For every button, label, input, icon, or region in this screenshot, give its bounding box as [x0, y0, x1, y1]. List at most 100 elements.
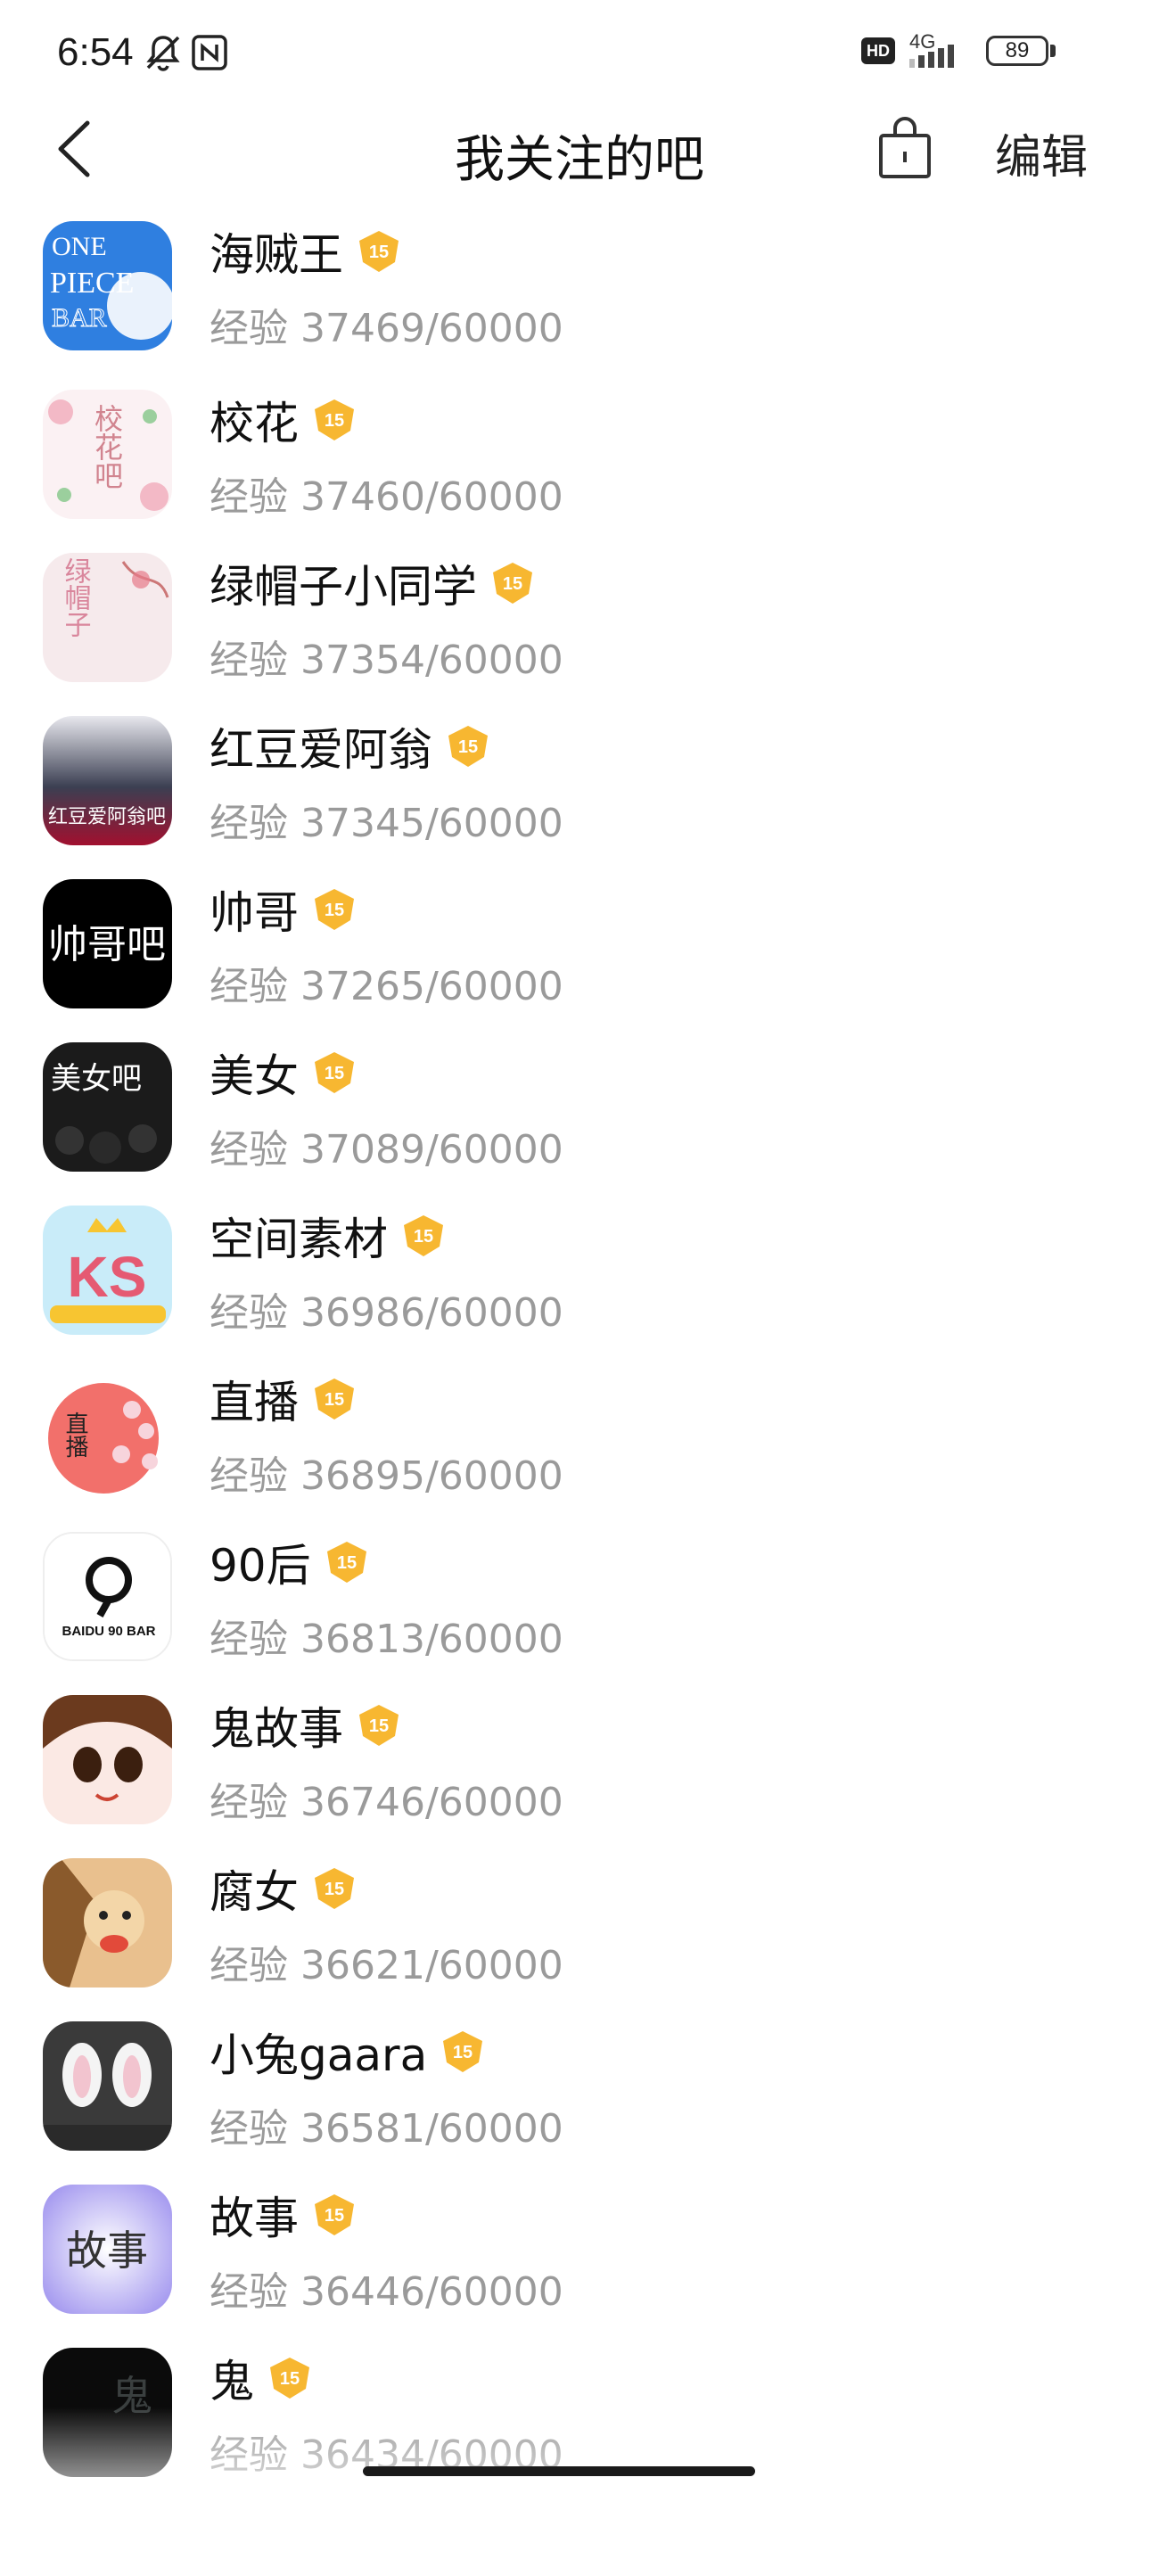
list-item[interactable]: 鬼 鬼 15 经验 36434/60000	[0, 2341, 1159, 2504]
level-badge: 15	[267, 2355, 313, 2401]
exp-value: 36621/60000	[300, 1943, 563, 1988]
avatar-text: 红豆爱阿翁吧	[48, 806, 166, 828]
exp-value: 37345/60000	[300, 801, 563, 846]
avatar-text: PIECE	[50, 267, 134, 300]
level-badge: 15	[445, 723, 491, 770]
exp-text: 经验 36813/60000	[210, 1607, 563, 1664]
bar-name: 绿帽子小同学	[210, 561, 477, 613]
exp-text: 经验 37089/60000	[210, 1117, 563, 1174]
list-item[interactable]: 绿帽子 绿帽子小同学 15 经验 37354/60000	[0, 546, 1159, 709]
list-item[interactable]: 红豆爱阿翁吧 红豆爱阿翁 15 经验 37345/60000	[0, 709, 1159, 872]
bar-name: 故事	[210, 2193, 299, 2244]
exp-label: 经验	[210, 638, 288, 683]
bar-name: 空间素材	[210, 1214, 388, 1265]
exp-text: 经验 37354/60000	[210, 628, 563, 685]
list-item[interactable]: 直播 直播 15 经验 36895/60000	[0, 1362, 1159, 1525]
list-item[interactable]: BAIDU 90 BAR 90后 15 经验 36813/60000	[0, 1525, 1159, 1688]
level-number: 15	[325, 1880, 344, 1899]
bar-avatar: 鬼	[43, 2348, 172, 2477]
bar-name: 红豆爱阿翁	[210, 724, 432, 776]
level-badge: 15	[311, 397, 358, 443]
bar-name: 鬼	[210, 2356, 254, 2407]
shopping-bag-icon[interactable]	[875, 116, 934, 182]
avatar-text: 故事	[66, 2226, 148, 2275]
bar-avatar: KS	[43, 1206, 172, 1335]
avatar-text: 帅哥吧	[48, 922, 166, 967]
home-indicator[interactable]	[363, 2466, 755, 2476]
list-item[interactable]: 帅哥吧 帅哥 15 经验 37265/60000	[0, 872, 1159, 1035]
exp-text: 经验 36621/60000	[210, 1933, 563, 1990]
bar-name: 腐女	[210, 1866, 299, 1918]
bar-avatar: 帅哥吧	[43, 879, 172, 1008]
status-time: 6:54	[57, 30, 134, 74]
level-number: 15	[280, 2369, 300, 2389]
exp-text: 经验 36581/60000	[210, 2096, 563, 2153]
list-item[interactable]: 故事 故事 15 经验 36446/60000	[0, 2177, 1159, 2341]
bar-avatar: 美女吧	[43, 1042, 172, 1172]
level-number: 15	[325, 2206, 344, 2226]
list-item[interactable]: 美女吧 美女 15 经验 37089/60000	[0, 1035, 1159, 1198]
exp-text: 经验 37469/60000	[210, 296, 563, 353]
bar-avatar	[43, 1858, 172, 1988]
bar-avatar: 故事	[43, 2185, 172, 2314]
exp-text: 经验 37460/60000	[210, 465, 563, 522]
avatar-text: BAIDU 90 BAR	[62, 1624, 155, 1639]
exp-value: 37354/60000	[300, 638, 563, 683]
bar-avatar	[43, 1695, 172, 1824]
exp-text: 经验 36895/60000	[210, 1444, 563, 1501]
bar-name: 小兔gaara	[210, 2029, 428, 2081]
level-badge: 15	[400, 1213, 447, 1259]
exp-label: 经验	[210, 1127, 288, 1173]
level-number: 15	[369, 243, 389, 262]
list-item[interactable]: ONE PIECE BAR 海贼王 15 经验 37469/60000	[0, 214, 1159, 377]
exp-text: 经验 36986/60000	[210, 1280, 563, 1337]
signal-icon	[909, 45, 954, 68]
list-item[interactable]: 校花吧 校花 15 经验 37460/60000	[0, 383, 1159, 546]
status-bar: 6:54 HD 4G 89	[0, 0, 1159, 107]
level-number: 15	[325, 1390, 344, 1410]
level-badge: 15	[311, 1376, 358, 1422]
exp-label: 经验	[210, 306, 288, 351]
level-badge: 15	[356, 228, 402, 275]
level-number: 15	[325, 411, 344, 431]
bar-name: 校花	[210, 398, 299, 449]
exp-label: 经验	[210, 1453, 288, 1499]
edit-button[interactable]: 编辑	[995, 119, 1088, 186]
list-item[interactable]: 腐女 15 经验 36621/60000	[0, 1851, 1159, 2014]
exp-value: 36746/60000	[300, 1780, 563, 1825]
exp-label: 经验	[210, 1943, 288, 1988]
exp-text: 经验 36746/60000	[210, 1770, 563, 1827]
exp-label: 经验	[210, 474, 288, 520]
level-number: 15	[453, 2043, 473, 2062]
exp-value: 36813/60000	[300, 1617, 563, 1662]
list-item[interactable]: 小兔gaara 15 经验 36581/60000	[0, 2014, 1159, 2177]
exp-value: 37469/60000	[300, 306, 563, 351]
bar-avatar: BAIDU 90 BAR	[43, 1532, 172, 1661]
level-badge: 15	[440, 2029, 486, 2075]
exp-value: 36895/60000	[300, 1453, 563, 1499]
bar-name: 90后	[210, 1540, 311, 1592]
exp-value: 36986/60000	[300, 1290, 563, 1336]
exp-value: 37460/60000	[300, 474, 563, 520]
nfc-icon	[192, 35, 227, 70]
avatar-text: 美女吧	[51, 1061, 142, 1097]
battery-indicator: 89	[986, 36, 1048, 66]
battery-cap	[1050, 45, 1056, 57]
level-number: 15	[503, 574, 522, 594]
hd-badge: HD	[861, 37, 895, 64]
level-badge: 15	[489, 560, 536, 606]
exp-label: 经验	[210, 964, 288, 1009]
bar-name: 直播	[210, 1377, 299, 1428]
level-number: 15	[337, 1553, 357, 1573]
exp-text: 经验 37265/60000	[210, 954, 563, 1011]
bar-avatar: 红豆爱阿翁吧	[43, 716, 172, 845]
exp-value: 36446/60000	[300, 2269, 563, 2315]
list-item[interactable]: KS 空间素材 15 经验 36986/60000	[0, 1198, 1159, 1362]
level-number: 15	[458, 737, 478, 757]
exp-label: 经验	[210, 801, 288, 846]
list-item[interactable]: 鬼故事 15 经验 36746/60000	[0, 1688, 1159, 1851]
bar-name: 美女	[210, 1050, 299, 1102]
bar-name: 鬼故事	[210, 1703, 343, 1755]
avatar-text: 绿帽子	[60, 557, 91, 638]
level-badge: 15	[311, 1049, 358, 1096]
